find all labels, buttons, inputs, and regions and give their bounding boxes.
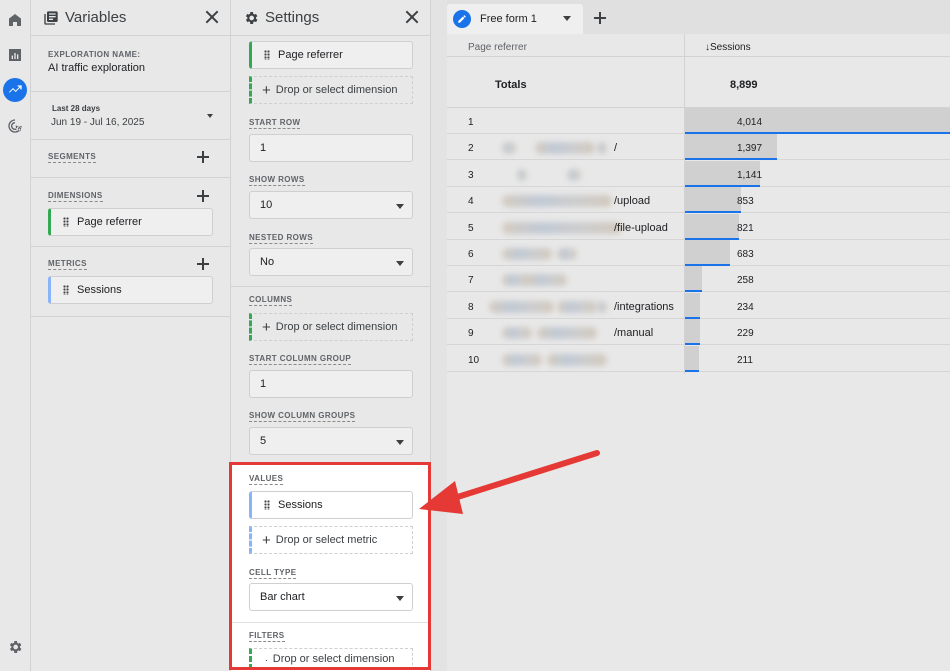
annotation-arrow [419, 450, 600, 514]
